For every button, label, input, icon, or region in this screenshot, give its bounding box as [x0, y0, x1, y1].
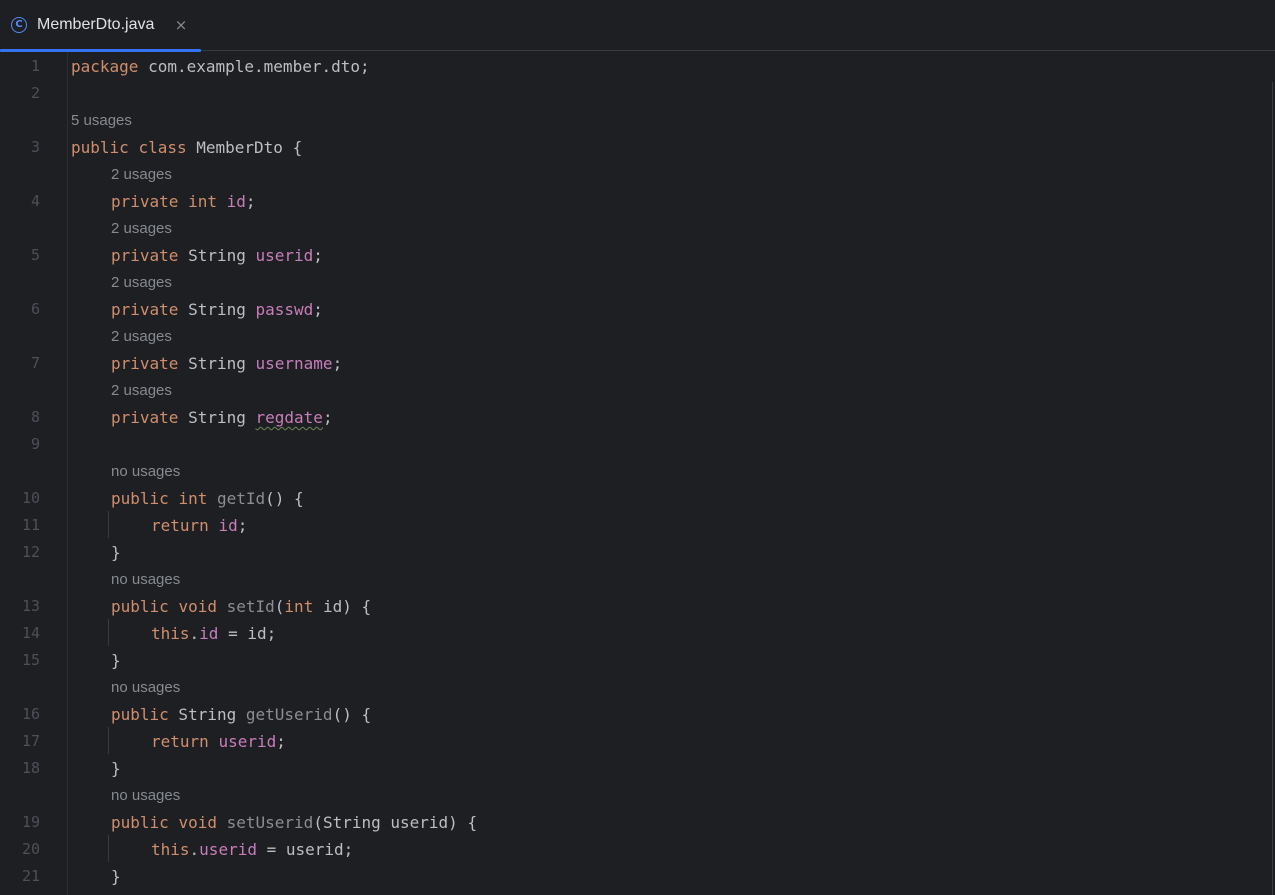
line-number: 21 — [21, 867, 40, 885]
line-code: } — [111, 543, 121, 562]
inlay-hint-row: no usages — [0, 782, 1275, 809]
line-code: return userid; — [151, 732, 286, 751]
editor-tab-bar: C MemberDto.java × — [0, 0, 1275, 52]
line-code: package com.example.member.dto; — [71, 57, 370, 76]
line-number: 20 — [21, 840, 40, 858]
code-line[interactable]: 2 — [0, 80, 1275, 107]
line-code: public void setUserid(String userid) { — [111, 813, 478, 832]
inlay-hint-row: no usages — [0, 674, 1275, 701]
line-number: 18 — [21, 759, 40, 777]
code-line[interactable]: 6 private String passwd; — [0, 296, 1275, 323]
line-number: 16 — [21, 705, 40, 723]
code-line[interactable]: 3 public class MemberDto { — [0, 134, 1275, 161]
usages-hint[interactable]: 2 usages — [111, 161, 172, 188]
inlay-hint-row: 2 usages — [0, 215, 1275, 242]
line-number: 17 — [21, 732, 40, 750]
line-number: 13 — [21, 597, 40, 615]
usages-hint[interactable]: no usages — [111, 782, 180, 809]
code-line[interactable]: 18 } — [0, 755, 1275, 782]
inlay-hint-row: 2 usages — [0, 161, 1275, 188]
code-line[interactable]: 21 } — [0, 863, 1275, 890]
class-icon: C — [11, 17, 27, 33]
spelling-warning: regdate — [255, 408, 323, 427]
line-number: 11 — [21, 516, 40, 534]
line-number: 1 — [30, 57, 40, 75]
usages-hint[interactable]: 2 usages — [111, 269, 172, 296]
code-line[interactable]: 5 private String userid; — [0, 242, 1275, 269]
code-line[interactable]: 1 package com.example.member.dto; — [0, 53, 1275, 80]
code-line[interactable]: 15 } — [0, 647, 1275, 674]
code-line[interactable]: 10 public int getId() { — [0, 485, 1275, 512]
line-code: private String passwd; — [111, 300, 323, 319]
code-line[interactable]: 14 this.id = id; — [0, 620, 1275, 647]
code-line[interactable]: 19 public void setUserid(String userid) … — [0, 809, 1275, 836]
line-code: public void setId(int id) { — [111, 597, 372, 616]
usages-hint[interactable]: 2 usages — [111, 377, 172, 404]
line-code: private int id; — [111, 192, 256, 211]
code-line[interactable]: 4 private int id; — [0, 188, 1275, 215]
line-number: 12 — [21, 543, 40, 561]
line-number: 6 — [30, 300, 40, 318]
line-code: private String username; — [111, 354, 343, 373]
code-line[interactable]: 20 this.userid = userid; — [0, 836, 1275, 863]
code-line[interactable]: 16 public String getUserid() { — [0, 701, 1275, 728]
code-line[interactable]: 9 — [0, 431, 1275, 458]
code-line[interactable]: 8 private String regdate; — [0, 404, 1275, 431]
code-line[interactable]: 11 return id; — [0, 512, 1275, 539]
line-number: 10 — [21, 489, 40, 507]
tab-label: MemberDto.java — [37, 16, 155, 33]
line-number: 5 — [30, 246, 40, 264]
close-icon[interactable]: × — [173, 14, 189, 36]
inlay-hint-row: no usages — [0, 458, 1275, 485]
line-code: public class MemberDto { — [71, 138, 303, 157]
line-number: 3 — [30, 138, 40, 156]
line-code: private String userid; — [111, 246, 323, 265]
usages-hint[interactable]: 2 usages — [111, 323, 172, 350]
inlay-hint-row: 2 usages — [0, 269, 1275, 296]
code-line[interactable]: 17 return userid; — [0, 728, 1275, 755]
inlay-hint-row: no usages — [0, 566, 1275, 593]
line-number: 19 — [21, 813, 40, 831]
line-code: public int getId() { — [111, 489, 304, 508]
line-number: 2 — [30, 84, 40, 102]
line-number: 14 — [21, 624, 40, 642]
code-line[interactable]: 13 public void setId(int id) { — [0, 593, 1275, 620]
line-number: 4 — [30, 192, 40, 210]
usages-hint[interactable]: no usages — [111, 566, 180, 593]
line-code: } — [111, 759, 121, 778]
line-number: 9 — [30, 435, 40, 453]
line-code: } — [111, 651, 121, 670]
code-editor[interactable]: 1 package com.example.member.dto; 2 5 us… — [0, 52, 1275, 895]
line-code: private String regdate; — [111, 408, 333, 427]
inlay-hint-row: 2 usages — [0, 323, 1275, 350]
line-number: 15 — [21, 651, 40, 669]
usages-hint[interactable]: no usages — [111, 674, 180, 701]
line-code: this.id = id; — [151, 624, 277, 643]
tab-memberdto-java[interactable]: C MemberDto.java × — [0, 0, 201, 52]
inlay-hint-row: 5 usages — [0, 107, 1275, 134]
usages-hint[interactable]: 5 usages — [71, 107, 132, 134]
line-number: 7 — [30, 354, 40, 372]
line-code: this.userid = userid; — [151, 840, 354, 859]
code-line[interactable]: 12 } — [0, 539, 1275, 566]
inlay-hint-row: 2 usages — [0, 377, 1275, 404]
code-line[interactable]: 7 private String username; — [0, 350, 1275, 377]
line-number: 8 — [30, 408, 40, 426]
line-code: return id; — [151, 516, 248, 535]
line-code: } — [111, 867, 121, 886]
line-code: public String getUserid() { — [111, 705, 372, 724]
usages-hint[interactable]: no usages — [111, 458, 180, 485]
usages-hint[interactable]: 2 usages — [111, 215, 172, 242]
